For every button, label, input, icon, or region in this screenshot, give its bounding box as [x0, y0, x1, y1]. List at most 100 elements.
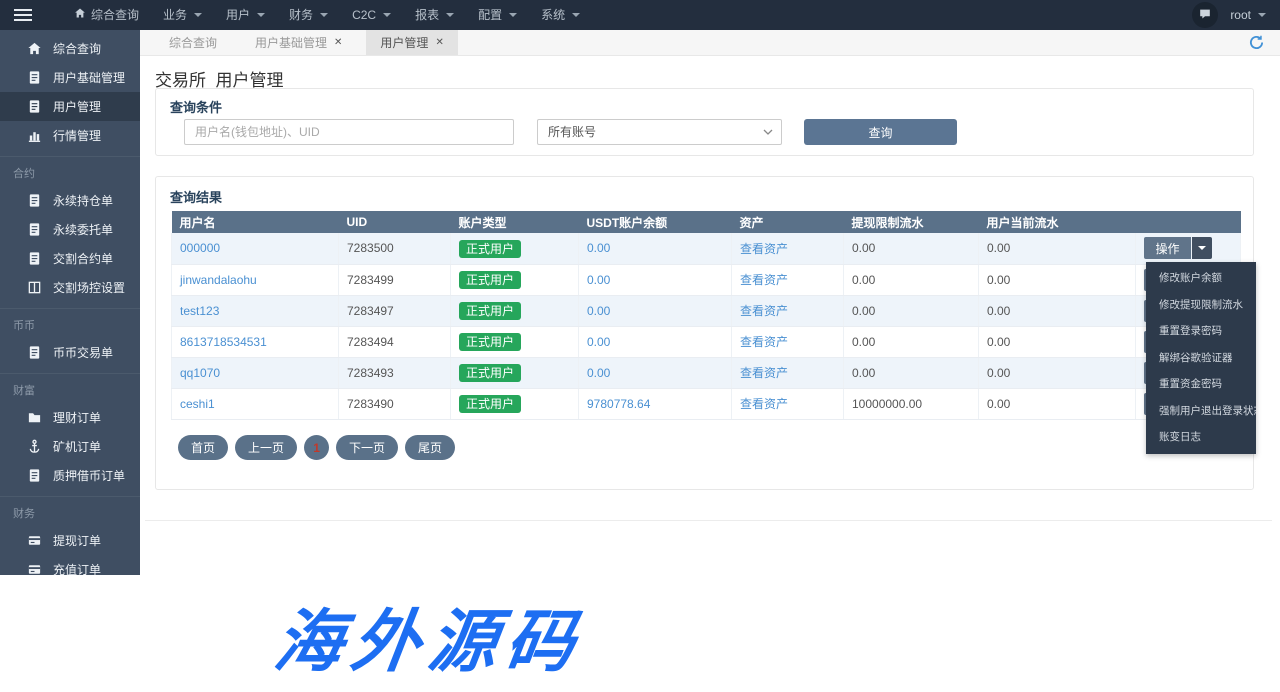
username-link[interactable]: test123	[180, 304, 219, 318]
folder-icon	[26, 410, 42, 426]
usdt-balance-link[interactable]: 0.00	[587, 304, 610, 318]
current-flow-cell: 0.00	[979, 295, 1136, 326]
username-link[interactable]: qq1070	[180, 366, 220, 380]
file-text-icon	[26, 468, 42, 484]
view-assets-link[interactable]: 查看资产	[740, 304, 788, 318]
sidebar-item-label: 质押借币订单	[53, 467, 125, 484]
nav-item-overview[interactable]: 综合查询	[62, 0, 151, 30]
tab-user-mgmt[interactable]: 用户管理✕	[366, 30, 457, 55]
username-link[interactable]: ceshi1	[180, 397, 215, 411]
dropdown-menu-item[interactable]: 修改账户余额	[1146, 265, 1256, 292]
withdraw-limit-cell: 0.00	[844, 326, 979, 357]
refresh-icon[interactable]	[1248, 34, 1266, 52]
usdt-balance-link[interactable]: 0.00	[587, 241, 610, 255]
usdt-balance-link[interactable]: 0.00	[587, 335, 610, 349]
dropdown-menu-item[interactable]: 账变日志	[1146, 424, 1256, 451]
view-assets-link[interactable]: 查看资产	[740, 397, 788, 411]
column-header: 用户名	[172, 211, 339, 233]
sidebar-item-label: 理财订单	[53, 409, 101, 426]
sidebar-item-delivery-control[interactable]: 交割场控设置	[0, 273, 140, 302]
sidebar-item-label: 用户基础管理	[53, 69, 125, 86]
username-link[interactable]: 8613718534531	[180, 335, 267, 349]
close-icon[interactable]: ✕	[334, 37, 342, 48]
tab-overview[interactable]: 综合查询	[155, 30, 231, 55]
pagination-next-button[interactable]: 下一页	[336, 435, 398, 460]
usdt-balance-link[interactable]: 9780778.64	[587, 397, 650, 411]
sidebar-item-label: 永续委托单	[53, 221, 113, 238]
home-icon	[26, 41, 42, 57]
tab-bar: 综合查询 用户基础管理✕ 用户管理✕	[140, 30, 1280, 56]
account-type-badge: 正式用户	[459, 302, 521, 320]
sidebar-item-perpetual-orders[interactable]: 永续委托单	[0, 215, 140, 244]
usdt-balance-link[interactable]: 0.00	[587, 366, 610, 380]
nav-item-business[interactable]: 业务	[151, 0, 214, 30]
sidebar-item-overview[interactable]: 综合查询	[0, 34, 140, 63]
sidebar-item-user-mgmt[interactable]: 用户管理	[0, 92, 140, 121]
messages-button[interactable]	[1192, 2, 1218, 28]
sidebar-section-wealth: 财富	[0, 376, 140, 403]
pagination-prev-button[interactable]: 上一页	[235, 435, 297, 460]
search-input[interactable]	[184, 119, 514, 145]
nav-item-user[interactable]: 用户	[214, 0, 277, 30]
sidebar-item-spot-trades[interactable]: 币币交易单	[0, 338, 140, 367]
sidebar-section-contract: 合约	[0, 159, 140, 186]
pagination-first-button[interactable]: 首页	[178, 435, 228, 460]
sidebar-item-withdraw-orders[interactable]: 提现订单	[0, 526, 140, 555]
nav-item-report[interactable]: 报表	[403, 0, 466, 30]
sidebar-item-delivery-contracts[interactable]: 交割合约单	[0, 244, 140, 273]
sidebar-section-spot: 币币	[0, 311, 140, 338]
sidebar-item-market-mgmt[interactable]: 行情管理	[0, 121, 140, 150]
sidebar-item-label: 提现订单	[53, 532, 101, 549]
view-assets-link[interactable]: 查看资产	[740, 335, 788, 349]
close-icon[interactable]: ✕	[435, 37, 443, 48]
dropdown-menu-item[interactable]: 修改提现限制流水	[1146, 292, 1256, 319]
dropdown-menu-item[interactable]: 解绑谷歌验证器	[1146, 345, 1256, 372]
account-type-badge: 正式用户	[459, 271, 521, 289]
sidebar-item-label: 交割场控设置	[53, 279, 125, 296]
dropdown-menu-item[interactable]: 重置资金密码	[1146, 371, 1256, 398]
view-assets-link[interactable]: 查看资产	[740, 273, 788, 287]
sidebar-item-pledge-loan-orders[interactable]: 质押借币订单	[0, 461, 140, 490]
tab-user-base-mgmt[interactable]: 用户基础管理✕	[241, 30, 356, 55]
table-row: 8613718534531 7283494 正式用户 0.00 查看资产 0.0…	[172, 326, 1241, 357]
pagination-current-page: 1	[304, 435, 329, 460]
uid-cell: 7283497	[339, 295, 451, 326]
sidebar-item-label: 用户管理	[53, 98, 101, 115]
usdt-balance-link[interactable]: 0.00	[587, 273, 610, 287]
username-link[interactable]: 000000	[180, 241, 220, 255]
view-assets-link[interactable]: 查看资产	[740, 366, 788, 380]
query-panel: 查询条件 所有账号 查询	[155, 88, 1254, 156]
sidebar-item-label: 永续持仓单	[53, 192, 113, 209]
hamburger-menu-icon[interactable]	[14, 9, 34, 21]
dropdown-menu-item[interactable]: 重置登录密码	[1146, 318, 1256, 345]
action-caret-button[interactable]	[1192, 237, 1212, 259]
action-button[interactable]: 操作	[1144, 237, 1191, 259]
pagination-last-button[interactable]: 尾页	[405, 435, 455, 460]
table-row: ceshi1 7283490 正式用户 9780778.64 查看资产 1000…	[172, 388, 1241, 419]
account-type-select[interactable]: 所有账号	[537, 119, 782, 145]
nav-item-system[interactable]: 系统	[529, 0, 592, 30]
username-link[interactable]: jinwandalaohu	[180, 273, 257, 287]
chevron-down-icon	[383, 13, 391, 17]
withdraw-limit-cell: 0.00	[844, 295, 979, 326]
columns-icon	[26, 280, 42, 296]
column-header: UID	[339, 211, 451, 233]
sidebar-item-user-base-mgmt[interactable]: 用户基础管理	[0, 63, 140, 92]
sidebar-item-miner-orders[interactable]: 矿机订单	[0, 432, 140, 461]
nav-item-c2c[interactable]: C2C	[340, 0, 403, 30]
chevron-down-icon	[446, 13, 454, 17]
sidebar-item-deposit-orders[interactable]: 充值订单	[0, 555, 140, 584]
table-row: test123 7283497 正式用户 0.00 查看资产 0.00 0.00…	[172, 295, 1241, 326]
user-menu[interactable]: root	[1230, 8, 1266, 22]
nav-item-finance[interactable]: 财务	[277, 0, 340, 30]
anchor-icon	[26, 439, 42, 455]
view-assets-link[interactable]: 查看资产	[740, 242, 788, 256]
dropdown-menu-item[interactable]: 强制用户退出登录状态	[1146, 398, 1256, 425]
sidebar-item-wealth-orders[interactable]: 理财订单	[0, 403, 140, 432]
nav-item-config[interactable]: 配置	[466, 0, 529, 30]
chevron-down-icon	[320, 13, 328, 17]
sidebar-item-perpetual-positions[interactable]: 永续持仓单	[0, 186, 140, 215]
current-flow-cell: 0.00	[979, 326, 1136, 357]
account-type-badge: 正式用户	[459, 333, 521, 351]
search-button[interactable]: 查询	[804, 119, 957, 145]
